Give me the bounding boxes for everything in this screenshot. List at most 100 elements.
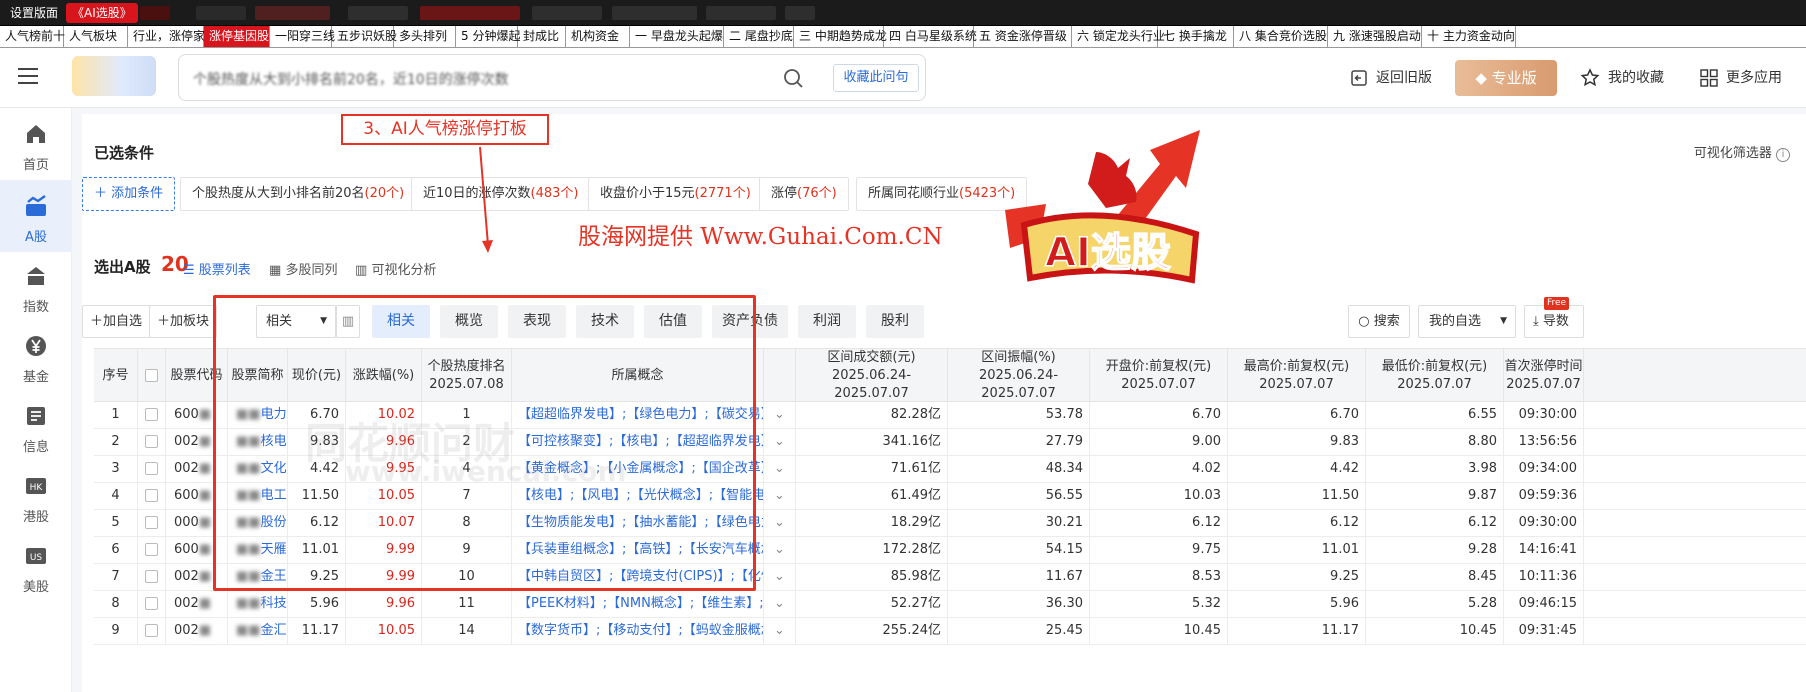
pro-version-button[interactable]: ◆ 专业版 (1455, 60, 1557, 96)
tab-ai-stock-pick[interactable]: 《AI选股》 (66, 3, 138, 23)
column-header[interactable]: 所属概念 (512, 349, 764, 402)
nav-index[interactable]: 指数 (0, 250, 72, 322)
column-header[interactable]: 首次涨停时间 2025.07.07 (1504, 349, 1584, 402)
obscured-tab[interactable] (785, 6, 815, 20)
tab-layout-settings[interactable]: 设置版面 (4, 3, 64, 23)
sort-select[interactable]: 相关 ▼ (256, 305, 336, 338)
nav-info[interactable]: 信息 (0, 390, 72, 462)
nav-a-shares[interactable]: A股 (0, 180, 72, 252)
favorite-query-button[interactable]: 收藏此问句 (833, 64, 919, 92)
strategy-tab[interactable]: 七 换手擒龙 (1158, 26, 1234, 47)
search-box[interactable]: 个股热度从大到小排名前20名，近10日的涨停次数 收藏此问句 (178, 54, 926, 101)
column-header[interactable]: 区间振幅(%) 2025.06.24-2025.07.07 (948, 349, 1090, 402)
concepts[interactable]: 【生物质能发电】;【抽水蓄能】;【绿色电力】 (518, 515, 763, 530)
row-checkbox[interactable] (145, 435, 158, 448)
obscured-tab[interactable] (140, 6, 170, 20)
obscured-tab[interactable] (706, 6, 776, 20)
search-input[interactable]: 个股热度从大到小排名前20名，近10日的涨停次数 (193, 69, 509, 89)
strategy-tab[interactable]: 封成比 (518, 26, 566, 47)
stock-name[interactable]: 股份 (261, 515, 287, 530)
nav-us[interactable]: US 美股 (0, 530, 72, 602)
column-header[interactable]: 开盘价:前复权(元) 2025.07.07 (1090, 349, 1228, 402)
row-checkbox[interactable] (145, 489, 158, 502)
stock-name[interactable]: 电力 (261, 407, 287, 422)
strategy-tab[interactable]: 一阳穿三线 (270, 26, 335, 47)
obscured-tab[interactable] (532, 6, 602, 20)
stock-name[interactable]: 金汇 (261, 623, 287, 638)
row-checkbox[interactable] (145, 570, 158, 583)
app-logo[interactable] (72, 56, 156, 96)
strategy-tab[interactable]: 一 早盘龙头起爆 (630, 26, 724, 47)
column-header[interactable]: 股票简称 (228, 349, 288, 402)
obscured-tab[interactable] (348, 6, 408, 20)
stock-name[interactable]: 文化 (261, 461, 287, 476)
row-checkbox[interactable] (145, 597, 158, 610)
column-header[interactable]: 股票代码 (166, 349, 228, 402)
row-checkbox[interactable] (145, 624, 158, 637)
visual-filter-toggle[interactable]: 可视化筛选器 i (1694, 142, 1790, 162)
column-header[interactable]: 最低价:前复权(元) 2025.07.07 (1366, 349, 1504, 402)
add-condition-button[interactable]: ＋ 添加条件 (82, 177, 176, 211)
concepts[interactable]: 【可控核聚变】;【核电】;【超超临界发电】;【 (518, 434, 763, 449)
my-watchlist-select[interactable]: 我的自选 ▼ (1418, 305, 1516, 338)
concepts[interactable]: 【数字货币】;【移动支付】;【蚂蚁金服概念】; (518, 623, 763, 638)
menu-icon[interactable] (18, 68, 38, 84)
obscured-tab[interactable] (612, 6, 697, 20)
obscured-tab[interactable] (255, 6, 330, 20)
column-header[interactable]: 区间成交额(元) 2025.06.24-2025.07.07 (796, 349, 948, 402)
table-row[interactable]: 5 000■ ■■股份 6.12 10.07 8 【生物质能发电】;【抽水蓄能】;【绿色电力… (94, 510, 1806, 537)
segment-tab[interactable]: 概览 (440, 305, 498, 338)
concepts[interactable]: 【中韩自贸区】;【跨境支付(CIPS)】;【化债概 (518, 569, 763, 584)
table-row[interactable]: 9 002■ ■■金汇 11.17 10.05 14 【数字货币】;【移动支付】;【蚂蚁金服… (94, 618, 1806, 645)
more-apps-button[interactable]: 更多应用 (1700, 60, 1782, 96)
column-header[interactable]: 个股热度排名 2025.07.08 (422, 349, 512, 402)
column-header[interactable] (764, 349, 796, 402)
stock-name[interactable]: 科技 (261, 596, 287, 611)
segment-tab[interactable]: 估值 (644, 305, 702, 338)
segment-tab[interactable]: 相关 (372, 305, 430, 338)
search-button[interactable]: ○ 搜索 (1348, 305, 1410, 338)
nav-home[interactable]: 首页 (0, 108, 72, 180)
search-icon[interactable] (783, 68, 803, 88)
column-header[interactable]: 现价(元) (288, 349, 346, 402)
strategy-tab[interactable]: 行业，涨停家数 (128, 26, 217, 47)
condition-chip[interactable]: 涨停(76个) (759, 177, 849, 211)
my-favorites-button[interactable]: 我的收藏 (1580, 60, 1664, 96)
stock-name[interactable]: 核电 (261, 434, 287, 449)
expand-concepts-icon[interactable]: ⌄ (764, 402, 796, 428)
row-checkbox[interactable] (145, 408, 158, 421)
concepts[interactable]: 【核电】;【风电】;【光伏概念】;【智能电网】 (518, 488, 763, 503)
tab-visual-analysis[interactable]: ▥ 可视化分析 (355, 259, 436, 278)
column-header[interactable]: 涨跌幅(%) (346, 349, 422, 402)
row-checkbox[interactable] (145, 462, 158, 475)
obscured-tab[interactable] (196, 6, 246, 20)
column-toggle-button[interactable]: ▥ (336, 305, 360, 338)
condition-chip[interactable]: 近10日的涨停次数(483个) (411, 177, 591, 211)
strategy-tab[interactable]: 十 主力资金动向 (1422, 26, 1516, 47)
stock-name[interactable]: 金王 (261, 569, 287, 584)
strategy-tab[interactable]: 二 尾盘抄底 (724, 26, 794, 47)
column-header[interactable]: 序号 (94, 349, 138, 402)
condition-chip[interactable]: 个股热度从大到小排名前20名(20个) (180, 177, 417, 211)
expand-concepts-icon[interactable]: ⌄ (764, 510, 796, 536)
strategy-tab[interactable]: 5 分钟爆起 (456, 26, 520, 47)
strategy-tab[interactable]: 多头排列 (394, 26, 456, 47)
select-all-checkbox[interactable] (145, 369, 158, 382)
expand-concepts-icon[interactable]: ⌄ (764, 618, 796, 644)
strategy-tab[interactable]: 六 锁定龙头行业 (1072, 26, 1165, 47)
concepts[interactable]: 【兵装重组概念】;【高铁】;【长安汽车概念】; (518, 542, 763, 557)
expand-concepts-icon[interactable]: ⌄ (764, 456, 796, 482)
segment-tab[interactable]: 表现 (508, 305, 566, 338)
expand-concepts-icon[interactable]: ⌄ (764, 429, 796, 455)
strategy-tab[interactable]: 五 资金涨停晋级 (974, 26, 1072, 47)
stock-name[interactable]: 天雁 (261, 542, 287, 557)
strategy-tab[interactable]: 人气板块 (64, 26, 128, 47)
concepts[interactable]: 【PEEK材料】;【NMN概念】;【维生素】;【合 (518, 596, 763, 611)
column-header[interactable] (138, 349, 166, 402)
stock-name[interactable]: 电工 (261, 488, 287, 503)
expand-concepts-icon[interactable]: ⌄ (764, 483, 796, 509)
strategy-tab[interactable]: 三 中期趋势成龙 (794, 26, 887, 47)
row-checkbox[interactable] (145, 543, 158, 556)
nav-fund[interactable]: 基金 (0, 320, 72, 392)
strategy-tab[interactable]: 四 白马星级系统 (884, 26, 977, 47)
